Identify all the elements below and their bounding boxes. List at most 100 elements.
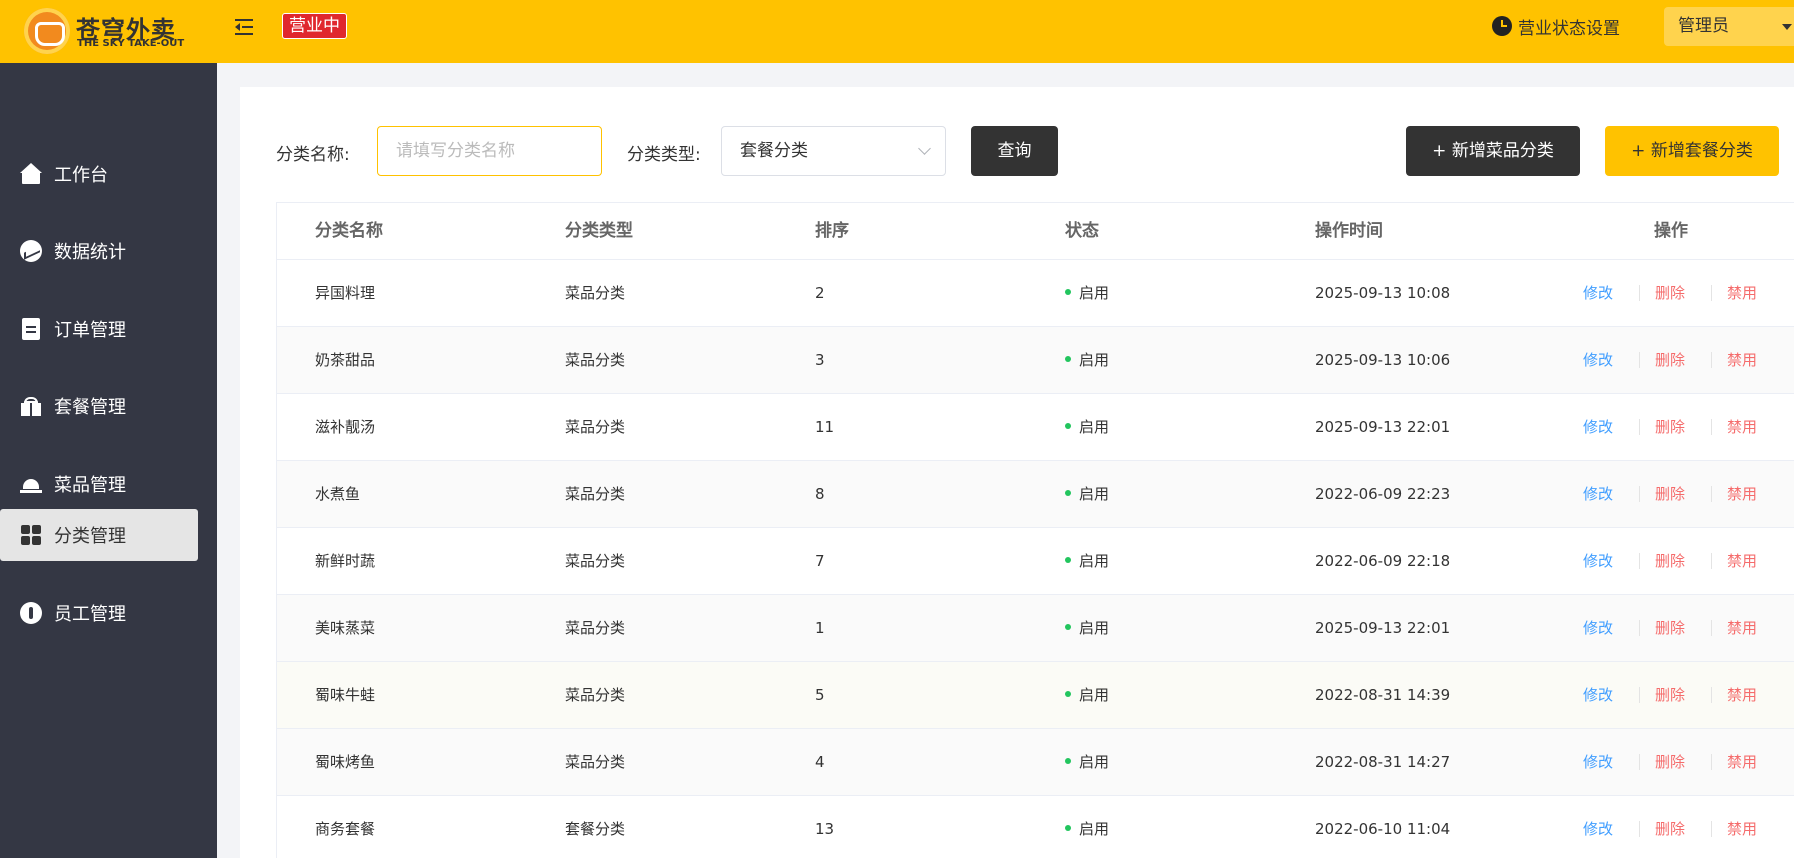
cell-sort: 3 — [815, 351, 825, 369]
cell-status: 启用 — [1065, 260, 1109, 326]
table-row: 奶茶甜品 菜品分类 3 启用 2025-09-13 10:06 修改 删除 禁用 — [277, 327, 1794, 394]
column-header-name: 分类名称 — [315, 221, 383, 241]
cell-sort: 8 — [815, 485, 825, 503]
delete-link[interactable]: 删除 — [1655, 796, 1685, 858]
disable-link[interactable]: 禁用 — [1727, 729, 1757, 795]
business-status-setting-button[interactable]: 营业状态设置 — [1492, 14, 1620, 39]
status-dot-icon — [1065, 288, 1071, 295]
disable-link[interactable]: 禁用 — [1727, 528, 1757, 594]
cell-status: 启用 — [1065, 461, 1109, 527]
caret-down-icon — [1782, 24, 1792, 30]
edit-link[interactable]: 修改 — [1583, 394, 1613, 460]
disable-link[interactable]: 禁用 — [1727, 796, 1757, 858]
top-header: 苍穹外卖 THE SKY TAKE-OUT 营业中 营业状态设置 管理员 — [0, 0, 1794, 63]
table-row: 美味蒸菜 菜品分类 1 启用 2025-09-13 22:01 修改 删除 禁用 — [277, 595, 1794, 662]
status-dot-icon — [1065, 690, 1071, 697]
status-text: 启用 — [1079, 284, 1110, 302]
add-setmeal-category-button[interactable]: + 新增套餐分类 — [1605, 126, 1779, 176]
cell-update-time: 2025-09-13 10:08 — [1315, 284, 1451, 302]
category-name-input[interactable] — [377, 126, 602, 176]
employee-icon — [20, 602, 42, 624]
edit-link[interactable]: 修改 — [1583, 260, 1613, 326]
status-dot-icon — [1065, 556, 1071, 563]
sidebar-item-category[interactable]: 分类管理 — [0, 509, 198, 561]
disable-link[interactable]: 禁用 — [1727, 461, 1757, 527]
action-divider — [1711, 553, 1712, 569]
column-header-time: 操作时间 — [1315, 221, 1383, 241]
action-divider — [1711, 352, 1712, 368]
cell-update-time: 2022-06-09 22:23 — [1315, 485, 1451, 503]
edit-link[interactable]: 修改 — [1583, 327, 1613, 393]
action-divider — [1711, 419, 1712, 435]
edit-link[interactable]: 修改 — [1583, 796, 1613, 858]
sidebar-item-dishes[interactable]: 菜品管理 — [0, 458, 198, 510]
table-header: 分类名称 分类类型 排序 状态 操作时间 操作 — [277, 203, 1794, 260]
cell-status: 启用 — [1065, 729, 1109, 795]
sidebar-item-setmeal[interactable]: 套餐管理 — [0, 380, 198, 432]
table-row: 蜀味烤鱼 菜品分类 4 启用 2022-08-31 14:27 修改 删除 禁用 — [277, 729, 1794, 796]
admin-dropdown[interactable]: 管理员 — [1664, 7, 1794, 46]
disable-link[interactable]: 禁用 — [1727, 394, 1757, 460]
cell-sort: 11 — [815, 418, 835, 436]
action-divider — [1639, 486, 1640, 502]
delete-link[interactable]: 删除 — [1655, 729, 1685, 795]
cell-category-name: 水煮鱼 — [315, 485, 361, 503]
chart-icon — [20, 240, 42, 262]
cell-category-name: 蜀味烤鱼 — [315, 753, 376, 771]
home-icon — [20, 163, 42, 185]
cell-sort: 5 — [815, 686, 825, 704]
sidebar-item-label: 员工管理 — [54, 604, 126, 625]
delete-link[interactable]: 删除 — [1655, 662, 1685, 728]
sidebar-item-employees[interactable]: 员工管理 — [0, 587, 198, 639]
status-badge: 营业中 — [282, 13, 347, 39]
delete-link[interactable]: 删除 — [1655, 394, 1685, 460]
cell-sort: 7 — [815, 552, 825, 570]
clock-icon — [1492, 16, 1512, 36]
cell-status: 启用 — [1065, 327, 1109, 393]
sidebar-item-label: 菜品管理 — [54, 475, 126, 496]
disable-link[interactable]: 禁用 — [1727, 260, 1757, 326]
edit-link[interactable]: 修改 — [1583, 729, 1613, 795]
table-row: 滋补靓汤 菜品分类 11 启用 2025-09-13 22:01 修改 删除 禁用 — [277, 394, 1794, 461]
sidebar: 工作台 数据统计 订单管理 套餐管理 菜品管理 分类管理 员工管理 — [0, 63, 217, 858]
status-text: 启用 — [1079, 485, 1110, 503]
sidebar-item-orders[interactable]: 订单管理 — [0, 303, 198, 355]
edit-link[interactable]: 修改 — [1583, 461, 1613, 527]
add-dish-category-button[interactable]: + 新增菜品分类 — [1406, 126, 1580, 176]
menu-collapse-icon[interactable] — [233, 16, 257, 40]
sidebar-item-statistics[interactable]: 数据统计 — [0, 225, 198, 277]
status-dot-icon — [1065, 422, 1071, 429]
category-type-select[interactable]: 套餐分类 — [721, 126, 946, 176]
cell-category-name: 滋补靓汤 — [315, 418, 376, 436]
column-header-status: 状态 — [1065, 221, 1099, 241]
clipboard-icon — [22, 318, 40, 340]
logo-mark-icon — [24, 8, 70, 54]
status-dot-icon — [1065, 757, 1071, 764]
cell-category-type: 菜品分类 — [565, 686, 626, 704]
sidebar-item-label: 数据统计 — [54, 242, 126, 263]
cell-category-name: 美味蒸菜 — [315, 619, 376, 637]
delete-link[interactable]: 删除 — [1655, 528, 1685, 594]
disable-link[interactable]: 禁用 — [1727, 595, 1757, 661]
query-button[interactable]: 查询 — [971, 126, 1058, 176]
admin-label: 管理员 — [1678, 16, 1729, 36]
cell-sort: 2 — [815, 284, 825, 302]
dish-icon — [20, 473, 42, 495]
sidebar-item-workbench[interactable]: 工作台 — [0, 148, 198, 200]
delete-link[interactable]: 删除 — [1655, 327, 1685, 393]
category-type-value: 套餐分类 — [740, 141, 808, 161]
delete-link[interactable]: 删除 — [1655, 595, 1685, 661]
status-text: 启用 — [1079, 552, 1110, 570]
edit-link[interactable]: 修改 — [1583, 595, 1613, 661]
delete-link[interactable]: 删除 — [1655, 260, 1685, 326]
cell-status: 启用 — [1065, 595, 1109, 661]
cell-category-name: 新鲜时蔬 — [315, 552, 376, 570]
disable-link[interactable]: 禁用 — [1727, 327, 1757, 393]
edit-link[interactable]: 修改 — [1583, 662, 1613, 728]
delete-link[interactable]: 删除 — [1655, 461, 1685, 527]
cell-status: 启用 — [1065, 662, 1109, 728]
status-dot-icon — [1065, 623, 1071, 630]
action-divider — [1639, 620, 1640, 636]
edit-link[interactable]: 修改 — [1583, 528, 1613, 594]
disable-link[interactable]: 禁用 — [1727, 662, 1757, 728]
